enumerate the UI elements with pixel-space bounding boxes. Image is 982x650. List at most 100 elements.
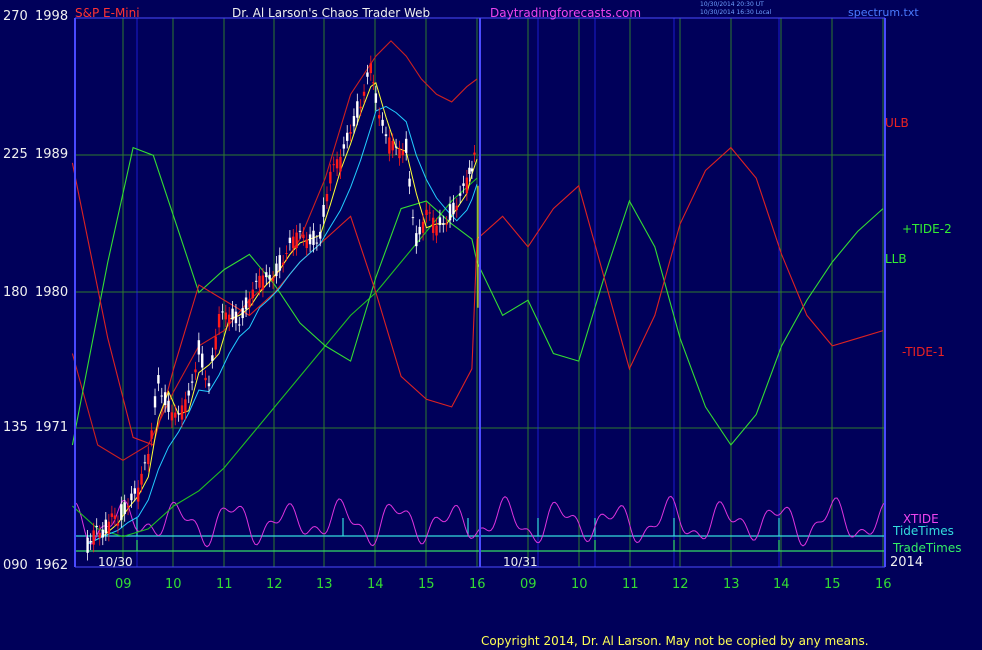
site-title: Dr. Al Larson's Chaos Trader Web	[232, 6, 431, 20]
price-bar-body	[228, 314, 231, 324]
price-bar-body	[381, 119, 384, 126]
x-tick-label: 09	[115, 577, 132, 592]
price-bar-body	[123, 502, 126, 515]
price-bar-body	[325, 194, 329, 202]
price-bar-body	[271, 278, 275, 282]
price-bar-body	[160, 395, 163, 397]
price-bar-body	[214, 336, 217, 350]
price-bar-body	[468, 167, 471, 174]
price-bar-body	[180, 405, 184, 420]
price-bar-body	[418, 226, 421, 235]
price-bar-body	[120, 504, 123, 520]
price-bar-body	[98, 532, 101, 538]
price-bar-body	[268, 274, 271, 280]
price-bar-body	[238, 324, 241, 326]
price-bar-body	[107, 521, 111, 534]
price-bar-body	[258, 275, 261, 288]
price-bar-body	[421, 221, 425, 233]
price-bar-body	[372, 82, 375, 84]
price-bar-body	[92, 530, 95, 545]
price-bar-body	[352, 116, 356, 127]
price-bar-body	[288, 237, 292, 243]
price-bar-body	[425, 209, 428, 216]
y-label-price: 1998	[35, 9, 69, 24]
price-bar-body	[391, 141, 394, 151]
price-bar-body	[295, 232, 298, 249]
price-bar-body	[241, 308, 244, 319]
price-bar-body	[428, 212, 431, 214]
price-bar-body	[101, 529, 104, 538]
price-bar-body	[207, 383, 211, 387]
tide-times-label: TideTimes	[893, 524, 954, 538]
price-bar-body	[359, 106, 362, 109]
price-bar-body	[405, 138, 408, 153]
price-bar-body	[201, 353, 204, 368]
price-bar-body	[281, 262, 285, 265]
instrument-title: S&P E-Mini	[75, 6, 140, 20]
price-bar-body	[278, 255, 281, 271]
price-bar-body	[190, 381, 194, 383]
price-bar-body	[177, 413, 180, 415]
price-bar-body	[329, 171, 332, 184]
site-url-link[interactable]: Daytradingforecasts.com	[490, 7, 641, 19]
tide-pos-label: +TIDE-2	[902, 222, 952, 236]
price-bar-body	[153, 396, 157, 408]
price-bar-body	[285, 252, 288, 254]
chart-canvas	[0, 0, 982, 650]
x-tick-label: 09	[520, 577, 537, 592]
price-bar-body	[465, 177, 469, 194]
year-label: 2014	[890, 555, 924, 570]
price-bar-body	[187, 390, 190, 396]
x-tick-label: 12	[672, 577, 689, 592]
price-bar-body	[332, 164, 335, 166]
price-bar-body	[312, 230, 315, 245]
price-bar-body	[431, 217, 435, 233]
price-bar-body	[194, 369, 197, 373]
price-bar-body	[398, 148, 401, 159]
price-bar-body	[163, 392, 167, 406]
price-bar-body	[298, 230, 302, 232]
local-timestamp: 10/30/2014 16:30 Local	[700, 9, 772, 16]
x-tick-label: 13	[723, 577, 740, 592]
price-bar-body	[251, 289, 254, 299]
x-tick-label: 16	[875, 577, 892, 592]
price-bar-body	[211, 355, 214, 361]
date-label: 10/31	[503, 555, 538, 569]
price-bar-body	[445, 223, 448, 225]
price-bar-body	[150, 430, 153, 439]
price-bar-body	[342, 144, 346, 149]
price-bar-body	[244, 297, 248, 310]
price-bar-body	[170, 412, 174, 421]
price-bar-body	[415, 233, 418, 247]
price-bar-body	[254, 280, 258, 282]
price-bar-body	[265, 272, 268, 278]
y-label-price: 1971	[35, 420, 69, 435]
price-bar-body	[448, 204, 452, 221]
y-label-pct: 090	[3, 558, 28, 573]
chart-background	[0, 0, 982, 650]
ulb-label: ULB	[885, 116, 909, 130]
price-bar-body	[292, 236, 295, 249]
price-bar-body	[113, 515, 117, 519]
price-bar-body	[455, 205, 458, 211]
price-bar-body	[438, 217, 442, 226]
price-bar-body	[204, 377, 207, 381]
price-bar-body	[104, 519, 108, 534]
y-label-pct: 180	[3, 285, 28, 300]
price-bar-body	[384, 134, 388, 137]
price-bar-body	[184, 399, 187, 413]
price-bar-body	[130, 493, 133, 501]
x-tick-label: 11	[216, 577, 233, 592]
price-bar-body	[174, 412, 177, 418]
price-bar-body	[86, 537, 89, 553]
price-bar-body	[248, 299, 251, 308]
price-bar-body	[369, 63, 372, 74]
y-label-price: 1980	[35, 285, 69, 300]
price-bar-body	[95, 525, 98, 528]
x-tick-label: 11	[622, 577, 639, 592]
x-tick-label: 10	[165, 577, 182, 592]
x-tick-label: 13	[316, 577, 333, 592]
price-bar-body	[302, 234, 305, 239]
y-label-price: 1989	[35, 147, 69, 162]
price-bar-body	[217, 313, 221, 328]
